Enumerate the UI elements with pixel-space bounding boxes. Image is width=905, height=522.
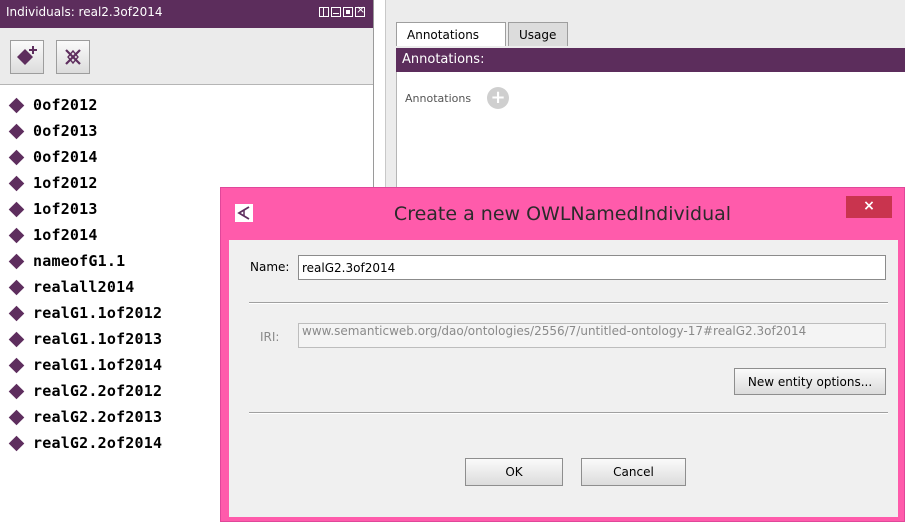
plus-icon: + bbox=[490, 87, 506, 108]
individual-icon bbox=[8, 149, 25, 165]
individual-icon bbox=[8, 305, 25, 321]
list-item[interactable]: realG1.1of2013 bbox=[8, 326, 163, 352]
list-item[interactable]: 1of2012 bbox=[8, 170, 162, 196]
individual-label: 0of2014 bbox=[33, 148, 98, 166]
close-icon[interactable]: × bbox=[846, 196, 892, 218]
tab-annotations[interactable]: Annotations bbox=[396, 22, 506, 46]
name-input[interactable] bbox=[298, 255, 886, 280]
list-item[interactable]: realG1.1of2012 bbox=[8, 300, 163, 326]
individuals-panel-titlebar: Individuals: real2.3of2014 bbox=[0, 0, 373, 28]
new-entity-options-button[interactable]: New entity options... bbox=[734, 368, 886, 395]
individual-icon bbox=[8, 227, 25, 243]
dialog-title: Create a new OWLNamedIndividual bbox=[393, 203, 732, 225]
individual-icon bbox=[8, 279, 25, 295]
individual-label: realG1.1of2012 bbox=[33, 304, 163, 322]
list-item[interactable]: realG2.2of2012 bbox=[8, 378, 163, 404]
split-view-icon[interactable] bbox=[319, 7, 329, 17]
individual-icon bbox=[8, 97, 25, 113]
individual-label: 0of2013 bbox=[33, 122, 98, 140]
delete-individual-icon bbox=[65, 49, 81, 65]
list-item[interactable]: nameofG1.1 bbox=[8, 248, 162, 274]
individual-icon bbox=[8, 383, 25, 399]
list-item[interactable]: realG1.1of2014 bbox=[8, 352, 163, 378]
list-item[interactable]: realG2.2of2014 bbox=[8, 430, 163, 456]
individuals-list: 0of2012 0of2013 0of2014 1of2012 1of2013 … bbox=[8, 92, 163, 456]
view-controls bbox=[319, 3, 365, 17]
annotations-header: Annotations: bbox=[396, 48, 905, 72]
cancel-button[interactable]: Cancel bbox=[581, 458, 686, 486]
individual-icon bbox=[8, 409, 25, 425]
separator bbox=[249, 412, 888, 414]
minimize-view-icon[interactable] bbox=[331, 7, 341, 17]
individual-label: 1of2013 bbox=[33, 200, 98, 218]
list-item[interactable]: 0of2012 bbox=[8, 92, 162, 118]
delete-individual-button[interactable] bbox=[56, 40, 90, 74]
individual-icon bbox=[8, 123, 25, 139]
individual-label: nameofG1.1 bbox=[33, 252, 126, 270]
annotations-label: Annotations bbox=[405, 92, 472, 105]
individual-label: 1of2014 bbox=[33, 226, 98, 244]
dialog-titlebar[interactable]: Create a new OWLNamedIndividual × bbox=[221, 188, 904, 240]
individual-icon bbox=[8, 253, 25, 269]
individual-label: realG1.1of2014 bbox=[33, 356, 163, 374]
dialog-content: Name: IRI: www.semanticweb.org/dao/ontol… bbox=[229, 240, 898, 517]
individual-icon bbox=[8, 357, 25, 373]
individual-icon bbox=[8, 201, 25, 217]
individual-label: realG1.1of2013 bbox=[33, 330, 163, 348]
individual-label: realG2.2of2012 bbox=[33, 382, 163, 400]
list-item[interactable]: realall2014 bbox=[8, 274, 162, 300]
individual-label: realall2014 bbox=[33, 278, 135, 296]
list-item[interactable]: 0of2013 bbox=[8, 118, 162, 144]
maximize-view-icon[interactable] bbox=[343, 7, 353, 17]
name-label: Name: bbox=[250, 260, 290, 274]
iri-label: IRI: bbox=[260, 330, 280, 344]
individual-label: 1of2012 bbox=[33, 174, 98, 192]
individual-icon bbox=[8, 175, 25, 191]
add-individual-icon bbox=[17, 46, 37, 65]
add-individual-button[interactable] bbox=[10, 40, 44, 74]
tab-usage[interactable]: Usage bbox=[508, 22, 568, 46]
iri-field: www.semanticweb.org/dao/ontologies/2556/… bbox=[298, 323, 886, 348]
individual-label: realG2.2of2013 bbox=[33, 408, 163, 426]
individual-icon bbox=[8, 435, 25, 451]
list-item[interactable]: 1of2014 bbox=[8, 222, 162, 248]
individual-icon bbox=[8, 331, 25, 347]
tab-strip: Annotations Usage bbox=[386, 0, 905, 48]
list-item[interactable]: 0of2014 bbox=[8, 144, 162, 170]
create-individual-dialog: Create a new OWLNamedIndividual × Name: … bbox=[220, 187, 905, 522]
list-item[interactable]: realG2.2of2013 bbox=[8, 404, 163, 430]
ok-button[interactable]: OK bbox=[465, 458, 563, 486]
close-view-icon[interactable] bbox=[355, 3, 365, 17]
individuals-toolbar bbox=[0, 28, 373, 85]
separator bbox=[249, 302, 888, 304]
individuals-panel-title: Individuals: real2.3of2014 bbox=[6, 5, 163, 19]
list-item[interactable]: 1of2013 bbox=[8, 196, 162, 222]
individual-label: realG2.2of2014 bbox=[33, 434, 163, 452]
add-annotation-button[interactable]: + bbox=[487, 87, 509, 109]
individual-label: 0of2012 bbox=[33, 96, 98, 114]
